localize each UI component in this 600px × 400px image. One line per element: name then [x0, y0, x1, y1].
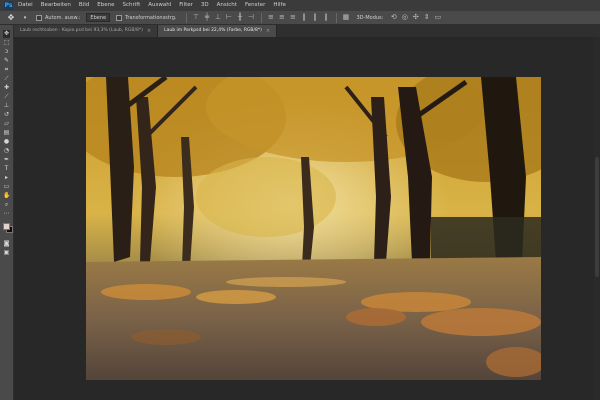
- screen-mode-icon[interactable]: ▣: [3, 249, 10, 257]
- 3d-roll-icon[interactable]: ◎: [400, 13, 409, 22]
- 3d-scale-icon[interactable]: ▭: [433, 13, 442, 22]
- hand-tool-icon[interactable]: ✋: [3, 192, 10, 200]
- distribute-bottom-icon[interactable]: ≡: [288, 13, 297, 22]
- zoom-tool-icon[interactable]: ⌕: [3, 201, 10, 209]
- distribute-vcenter-icon[interactable]: ≡: [277, 13, 286, 22]
- divider: [186, 12, 188, 23]
- align-bottom-icon[interactable]: ⊥: [213, 13, 222, 22]
- menu-bar: Ps Datei Bearbeiten Bild Ebene Schrift A…: [0, 0, 600, 11]
- scrollbar-thumb[interactable]: [595, 157, 599, 277]
- document-tabs: Laub rechtsoben · Kopie.psd bei 93,3% (L…: [14, 25, 600, 37]
- lasso-tool-icon[interactable]: ↄ: [3, 48, 10, 56]
- align-right-icon[interactable]: ⊣: [246, 13, 255, 22]
- align-vcenter-icon[interactable]: ╪: [202, 13, 211, 22]
- chevron-down-icon[interactable]: ▾: [20, 13, 30, 23]
- more-tools-icon[interactable]: ⋯: [3, 210, 10, 218]
- divider: [336, 12, 338, 23]
- vertical-scrollbar[interactable]: [594, 37, 600, 400]
- close-icon[interactable]: ×: [147, 25, 151, 37]
- align-top-icon[interactable]: ⊤: [191, 13, 200, 22]
- photo-illustration: [86, 77, 541, 380]
- clone-stamp-tool-icon[interactable]: ⊥: [3, 102, 10, 110]
- distribute-hcenter-icon[interactable]: ‖: [310, 13, 319, 22]
- menu-3d[interactable]: 3D: [201, 0, 209, 11]
- history-brush-tool-icon[interactable]: ↺: [3, 111, 10, 119]
- eyedropper-tool-icon[interactable]: ⟋: [3, 75, 10, 83]
- pen-tool-icon[interactable]: ✒: [3, 156, 10, 164]
- auto-align-icon[interactable]: ▦: [341, 13, 350, 22]
- transform-controls-checkbox[interactable]: [116, 14, 123, 21]
- marquee-tool-icon[interactable]: ⬚: [3, 39, 10, 47]
- menu-hilfe[interactable]: Hilfe: [273, 0, 286, 11]
- dodge-tool-icon[interactable]: ◔: [3, 147, 10, 155]
- distribute-left-icon[interactable]: ‖: [299, 13, 308, 22]
- 3d-mode-label: 3D-Modus:: [356, 14, 384, 21]
- distribute-top-icon[interactable]: ≡: [266, 13, 275, 22]
- menu-auswahl[interactable]: Auswahl: [148, 0, 171, 11]
- align-hcenter-icon[interactable]: ╫: [235, 13, 244, 22]
- 3d-slide-icon[interactable]: ⇕: [422, 13, 431, 22]
- eraser-tool-icon[interactable]: ▱: [3, 120, 10, 128]
- menu-datei[interactable]: Datei: [18, 0, 33, 11]
- tab-label: Laub rechtsoben · Kopie.psd bei 93,3% (L…: [20, 28, 143, 33]
- options-bar: ✥ ▾ Autom. ausw.: Ebene Transformationss…: [0, 11, 600, 25]
- menu-fenster[interactable]: Fenster: [245, 0, 265, 11]
- photoshop-logo-icon[interactable]: Ps: [4, 1, 13, 10]
- gradient-tool-icon[interactable]: ▤: [3, 129, 10, 137]
- auto-select-checkbox[interactable]: [36, 14, 42, 21]
- autumn-park-photo[interactable]: [86, 77, 541, 380]
- align-left-icon[interactable]: ⊢: [224, 13, 233, 22]
- tab-label: Laub im Parkpsd bei 22,4% (Farbe, RGB/8*…: [164, 28, 262, 33]
- quick-select-tool-icon[interactable]: ✎: [3, 57, 10, 65]
- 3d-pan-icon[interactable]: ✣: [411, 13, 420, 22]
- menu-schrift[interactable]: Schrift: [122, 0, 140, 11]
- crop-tool-icon[interactable]: ⌗: [3, 66, 10, 74]
- divider: [261, 12, 263, 23]
- tools-panel: ✥ ⬚ ↄ ✎ ⌗ ⟋ ✚ ⟋ ⊥ ↺ ▱ ▤ ● ◔ ✒ T ▸ ▭ ✋ ⌕ …: [0, 25, 14, 400]
- type-tool-icon[interactable]: T: [3, 165, 10, 173]
- healing-brush-tool-icon[interactable]: ✚: [3, 84, 10, 92]
- transform-controls-label: Transformationsstrg.: [125, 14, 177, 21]
- 3d-rotate-icon[interactable]: ⟲: [389, 13, 398, 22]
- auto-select-dropdown[interactable]: Ebene: [86, 13, 111, 22]
- move-icon[interactable]: ✥: [6, 13, 16, 23]
- foreground-color-swatch[interactable]: [2, 223, 10, 230]
- canvas-workspace[interactable]: [14, 37, 600, 400]
- rectangle-tool-icon[interactable]: ▭: [3, 183, 10, 191]
- path-select-tool-icon[interactable]: ▸: [3, 174, 10, 182]
- menu-ansicht[interactable]: Ansicht: [217, 0, 237, 11]
- close-icon[interactable]: ×: [266, 25, 270, 37]
- menu-bild[interactable]: Bild: [79, 0, 89, 11]
- quick-mask-icon[interactable]: ◙: [3, 240, 10, 248]
- brush-tool-icon[interactable]: ⟋: [3, 93, 10, 101]
- move-tool-icon[interactable]: ✥: [3, 29, 10, 38]
- menu-filter[interactable]: Filter: [179, 0, 193, 11]
- menu-bearbeiten[interactable]: Bearbeiten: [41, 0, 71, 11]
- auto-select-label: Autom. ausw.:: [45, 14, 81, 21]
- tab-document-1[interactable]: Laub rechtsoben · Kopie.psd bei 93,3% (L…: [14, 25, 159, 37]
- menu-ebene[interactable]: Ebene: [97, 0, 114, 11]
- color-swatches: [0, 222, 14, 236]
- tab-document-2[interactable]: Laub im Parkpsd bei 22,4% (Farbe, RGB/8*…: [158, 25, 278, 37]
- blur-tool-icon[interactable]: ●: [3, 138, 10, 146]
- distribute-right-icon[interactable]: ‖: [321, 13, 330, 22]
